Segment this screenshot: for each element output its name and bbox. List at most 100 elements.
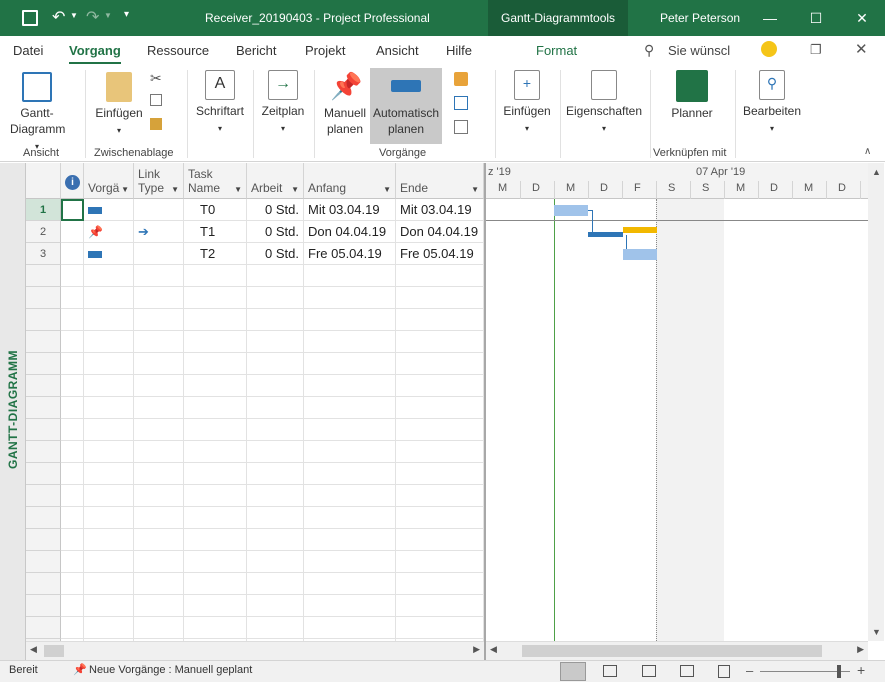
empty-cell[interactable] bbox=[396, 595, 484, 617]
tab-ansicht[interactable]: Ansicht bbox=[376, 43, 419, 58]
close-button[interactable]: ✕ bbox=[839, 0, 885, 36]
select-all-corner[interactable] bbox=[26, 163, 61, 199]
redo-icon[interactable]: ↷ bbox=[86, 7, 99, 27]
work-cell[interactable]: 0 Std. bbox=[247, 199, 304, 221]
empty-cell[interactable] bbox=[304, 595, 396, 617]
empty-cell[interactable] bbox=[26, 287, 61, 309]
empty-cell[interactable] bbox=[61, 309, 84, 331]
column-header-start[interactable]: Anfang ▼ bbox=[304, 163, 396, 199]
empty-cell[interactable] bbox=[247, 551, 304, 573]
empty-cell[interactable] bbox=[61, 265, 84, 287]
maximize-button[interactable]: ☐ bbox=[793, 0, 839, 36]
close-window-icon[interactable]: ✕ bbox=[855, 40, 868, 58]
user-name[interactable]: Peter Peterson bbox=[660, 11, 740, 25]
empty-cell[interactable] bbox=[184, 573, 247, 595]
empty-cell[interactable] bbox=[304, 617, 396, 639]
empty-cell[interactable] bbox=[84, 265, 134, 287]
insert-task-button[interactable]: + Einfügen ▾ bbox=[500, 70, 554, 137]
vertical-scrollbar[interactable]: ▲ ▼ bbox=[868, 163, 884, 641]
scroll-left-icon[interactable]: ◀ bbox=[490, 644, 497, 655]
empty-cell[interactable] bbox=[84, 463, 134, 485]
work-cell[interactable]: 0 Std. bbox=[247, 243, 304, 265]
tell-me-search[interactable]: Sie wünscl bbox=[668, 43, 730, 58]
empty-cell[interactable] bbox=[396, 265, 484, 287]
empty-cell[interactable] bbox=[184, 595, 247, 617]
empty-cell[interactable] bbox=[184, 287, 247, 309]
empty-cell[interactable] bbox=[184, 397, 247, 419]
task-name-cell[interactable]: T0 bbox=[184, 199, 247, 221]
empty-cell[interactable] bbox=[184, 485, 247, 507]
empty-cell[interactable] bbox=[134, 573, 184, 595]
empty-cell[interactable] bbox=[61, 485, 84, 507]
planner-button[interactable]: Planner bbox=[660, 70, 724, 121]
empty-cell[interactable] bbox=[26, 617, 61, 639]
empty-cell[interactable] bbox=[26, 353, 61, 375]
column-header-link-type[interactable]: Link Type ▼ bbox=[134, 163, 184, 199]
row-header[interactable]: 3 bbox=[26, 243, 61, 265]
empty-cell[interactable] bbox=[134, 551, 184, 573]
empty-cell[interactable] bbox=[304, 397, 396, 419]
empty-cell[interactable] bbox=[61, 419, 84, 441]
column-header-indicators[interactable]: i bbox=[61, 163, 84, 199]
empty-cell[interactable] bbox=[304, 287, 396, 309]
scroll-down-icon[interactable]: ▼ bbox=[872, 627, 881, 637]
empty-cell[interactable] bbox=[26, 551, 61, 573]
empty-cell[interactable] bbox=[61, 287, 84, 309]
empty-cell[interactable] bbox=[84, 375, 134, 397]
empty-cell[interactable] bbox=[184, 507, 247, 529]
new-tasks-mode[interactable]: Neue Vorgänge : Manuell geplant bbox=[89, 664, 252, 676]
empty-cell[interactable] bbox=[134, 595, 184, 617]
empty-cell[interactable] bbox=[26, 397, 61, 419]
empty-cell[interactable] bbox=[304, 507, 396, 529]
scroll-left-icon[interactable]: ◀ bbox=[30, 644, 37, 655]
work-cell[interactable]: 0 Std. bbox=[247, 221, 304, 243]
empty-cell[interactable] bbox=[26, 573, 61, 595]
column-header-end[interactable]: Ende ▼ bbox=[396, 163, 484, 199]
empty-cell[interactable] bbox=[304, 419, 396, 441]
empty-cell[interactable] bbox=[247, 617, 304, 639]
empty-cell[interactable] bbox=[134, 419, 184, 441]
empty-cell[interactable] bbox=[26, 485, 61, 507]
empty-cell[interactable] bbox=[84, 287, 134, 309]
empty-cell[interactable] bbox=[84, 551, 134, 573]
empty-cell[interactable] bbox=[184, 375, 247, 397]
empty-cell[interactable] bbox=[61, 595, 84, 617]
empty-cell[interactable] bbox=[61, 375, 84, 397]
empty-cell[interactable] bbox=[304, 375, 396, 397]
empty-cell[interactable] bbox=[84, 485, 134, 507]
empty-cell[interactable] bbox=[247, 573, 304, 595]
empty-cell[interactable] bbox=[247, 353, 304, 375]
scroll-up-icon[interactable]: ▲ bbox=[872, 167, 881, 177]
tab-projekt[interactable]: Projekt bbox=[305, 43, 345, 58]
empty-cell[interactable] bbox=[134, 617, 184, 639]
empty-cell[interactable] bbox=[134, 353, 184, 375]
zoom-slider-thumb[interactable] bbox=[837, 665, 841, 678]
collapse-ribbon-icon[interactable]: ∧ bbox=[864, 146, 871, 157]
resource-sheet-view-icon[interactable] bbox=[680, 665, 694, 677]
customize-qat-icon[interactable]: ▾ bbox=[124, 9, 129, 20]
manual-schedule-button[interactable]: 📌 Manuell planen bbox=[320, 72, 370, 137]
task-name-cell[interactable]: T1 bbox=[184, 221, 247, 243]
empty-cell[interactable] bbox=[26, 507, 61, 529]
empty-cell[interactable] bbox=[304, 485, 396, 507]
empty-cell[interactable] bbox=[84, 353, 134, 375]
cut-icon[interactable]: ✂ bbox=[150, 70, 166, 86]
empty-cell[interactable] bbox=[84, 529, 134, 551]
link-type-cell[interactable]: ➔ bbox=[134, 221, 184, 243]
empty-cell[interactable] bbox=[61, 353, 84, 375]
inspect-icon[interactable] bbox=[454, 72, 468, 86]
column-header-work[interactable]: Arbeit ▼ bbox=[247, 163, 304, 199]
task-mode-cell[interactable] bbox=[84, 199, 134, 221]
empty-cell[interactable] bbox=[247, 463, 304, 485]
empty-cell[interactable] bbox=[184, 463, 247, 485]
link-type-cell[interactable] bbox=[134, 243, 184, 265]
font-button[interactable]: A Schriftart ▾ bbox=[194, 70, 246, 137]
empty-cell[interactable] bbox=[304, 551, 396, 573]
copy-icon[interactable] bbox=[150, 94, 162, 106]
empty-cell[interactable] bbox=[396, 617, 484, 639]
indicator-cell[interactable] bbox=[61, 199, 84, 221]
row-header[interactable]: 2 bbox=[26, 221, 61, 243]
column-header-mode[interactable]: Vorgä ▼ bbox=[84, 163, 134, 199]
empty-cell[interactable] bbox=[84, 595, 134, 617]
save-icon[interactable] bbox=[22, 10, 38, 26]
